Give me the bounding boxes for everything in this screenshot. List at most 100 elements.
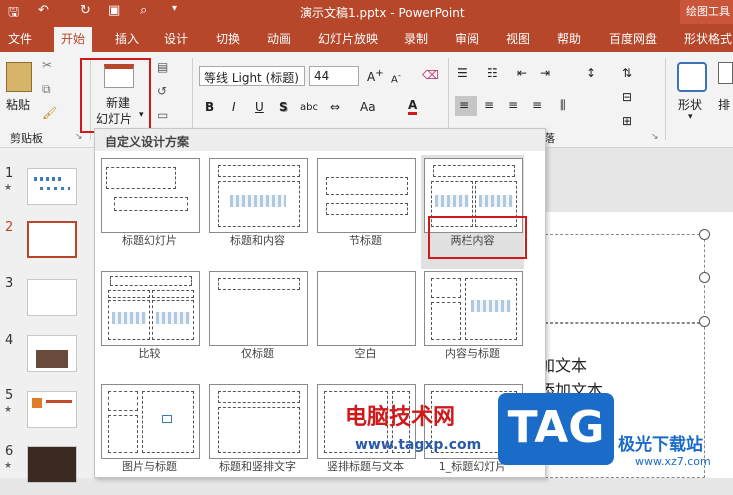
paragraph-launcher-icon[interactable]: ↘	[651, 132, 659, 142]
reset-icon[interactable]: ↺	[157, 84, 167, 98]
content-icons	[479, 195, 513, 207]
layout-title-slide[interactable]: 标题幻灯片	[98, 155, 201, 269]
tab-view[interactable]: 视图	[506, 30, 530, 47]
resize-handle[interactable]	[699, 316, 710, 327]
layout-name: 内容与标题	[445, 347, 500, 360]
resize-handle[interactable]	[699, 229, 710, 240]
underline-button[interactable]: U	[255, 100, 264, 114]
placeholder-box	[326, 177, 408, 195]
columns-icon[interactable]: ⫼	[560, 98, 566, 113]
font-color-button[interactable]: A	[408, 98, 418, 115]
placeholder-box	[433, 165, 515, 177]
tag-logo: TAG	[498, 393, 614, 465]
layout-blank[interactable]: 空白	[314, 268, 417, 382]
slide-thumbnail-5[interactable]	[27, 391, 77, 428]
paste-button[interactable]: 粘贴	[6, 96, 30, 113]
arrange-icon[interactable]	[718, 62, 733, 84]
slide-thumbnails-pane: 1 ★ 2 3 4 5 ★ 6 ★	[0, 148, 94, 483]
layout-section-header[interactable]: 节标题	[314, 155, 417, 269]
smartart-icon[interactable]: ⊞	[622, 114, 632, 128]
placeholder-box	[326, 203, 408, 215]
layout-title-content[interactable]: 标题和内容	[206, 155, 309, 269]
tab-slideshow[interactable]: 幻灯片放映	[318, 30, 378, 47]
redo-icon[interactable]: ↻	[80, 3, 91, 18]
align-right-icon[interactable]: ≡	[508, 98, 518, 112]
bullets-icon[interactable]: ☰	[457, 66, 468, 80]
align-center-icon[interactable]: ≡	[484, 98, 494, 112]
shrink-font-icon[interactable]: A-	[391, 70, 401, 85]
layout-title-only[interactable]: 仅标题	[206, 268, 309, 382]
undo-icon[interactable]: ↶	[38, 3, 49, 18]
shapes-button[interactable]: 形状	[678, 96, 702, 113]
decrease-indent-icon[interactable]: ⇤	[517, 66, 527, 80]
layout-name: 比较	[138, 347, 161, 360]
tab-animations[interactable]: 动画	[267, 30, 291, 47]
grow-font-icon[interactable]: A+	[367, 68, 384, 84]
format-painter-icon[interactable]: 🖌	[42, 106, 57, 120]
section-icon[interactable]: ▭	[157, 108, 168, 122]
highlight-box-two-content	[428, 216, 527, 259]
tab-baidu[interactable]: 百度网盘	[609, 30, 657, 47]
text-direction-icon[interactable]: ⇅	[622, 66, 632, 80]
tab-home[interactable]: 开始	[54, 27, 93, 52]
layout-preview	[317, 158, 416, 233]
slide-thumbnail-4[interactable]	[27, 335, 77, 372]
slide-number: 3	[5, 276, 14, 291]
slide-text-1: 加文本	[539, 356, 588, 375]
italic-button[interactable]: I	[232, 100, 236, 114]
arrange-button[interactable]: 排	[718, 96, 730, 113]
title-bar: 🖫 ↶ ↻ ▣ ⌕ ▾ 演示文稿1.pptx - PowerPoint 绘图工具	[0, 0, 733, 24]
resize-handle[interactable]	[699, 272, 710, 283]
tab-record[interactable]: 录制	[404, 30, 428, 47]
char-spacing-icon[interactable]: ⇔	[330, 100, 340, 114]
font-size-combo[interactable]: 44	[309, 66, 359, 86]
thumb-content	[46, 400, 72, 403]
layout-preview	[101, 271, 200, 346]
paste-icon[interactable]	[6, 62, 32, 92]
preview-icon[interactable]: ⌕	[140, 3, 147, 18]
save-icon[interactable]: 🖫	[8, 3, 19, 25]
layout-icon[interactable]: ▤	[157, 60, 168, 74]
layout-content-caption[interactable]: 内容与标题	[421, 268, 524, 382]
cut-icon[interactable]: ✂	[42, 58, 52, 72]
gallery-header: 自定义设计方案	[95, 129, 545, 151]
tab-design[interactable]: 设计	[164, 30, 188, 47]
tab-insert[interactable]: 插入	[115, 30, 139, 47]
qat-more-icon[interactable]: ▾	[172, 3, 177, 14]
tab-shape-format[interactable]: 形状格式	[684, 30, 732, 47]
chevron-down-icon[interactable]: ▾	[688, 112, 693, 122]
title-placeholder[interactable]	[545, 234, 705, 324]
shadow-button[interactable]: S	[279, 100, 288, 114]
strikethrough-button[interactable]: abc	[300, 102, 318, 113]
tab-review[interactable]: 审阅	[455, 30, 479, 47]
justify-icon[interactable]: ≡	[532, 98, 542, 112]
placeholder-box	[108, 415, 138, 453]
clear-format-icon[interactable]: ⌫	[422, 68, 439, 82]
increase-indent-icon[interactable]: ⇥	[540, 66, 550, 80]
change-case-button[interactable]: Aa	[360, 100, 376, 114]
align-text-icon[interactable]: ⊟	[622, 90, 632, 104]
numbering-icon[interactable]: ☷	[487, 66, 498, 80]
copy-icon[interactable]: ⧉	[42, 82, 51, 97]
clipboard-launcher-icon[interactable]: ↘	[75, 132, 83, 142]
font-name-combo[interactable]: 等线 Light (标题)	[199, 66, 305, 86]
slide-thumbnail-1[interactable]	[27, 168, 77, 205]
shapes-icon[interactable]	[677, 62, 707, 92]
bold-button[interactable]: B	[205, 100, 214, 114]
group-clipboard-label: 剪贴板	[10, 132, 43, 145]
slide-thumbnail-2-selected[interactable]	[27, 221, 77, 258]
line-spacing-icon[interactable]: ↕	[586, 66, 596, 80]
tab-transitions[interactable]: 切换	[216, 30, 240, 47]
thumb-content	[34, 177, 64, 181]
slide-thumbnail-3[interactable]	[27, 279, 77, 316]
present-icon[interactable]: ▣	[108, 3, 120, 18]
tab-help[interactable]: 帮助	[557, 30, 581, 47]
content-icons	[230, 195, 286, 207]
placeholder-box	[431, 278, 461, 298]
tab-file[interactable]: 文件	[8, 30, 32, 47]
placeholder-box	[108, 290, 150, 298]
align-left-icon[interactable]: ≡	[459, 98, 469, 112]
layout-comparison[interactable]: 比较	[98, 268, 201, 382]
slide-thumbnail-6[interactable]	[27, 446, 77, 483]
layout-preview	[209, 271, 308, 346]
